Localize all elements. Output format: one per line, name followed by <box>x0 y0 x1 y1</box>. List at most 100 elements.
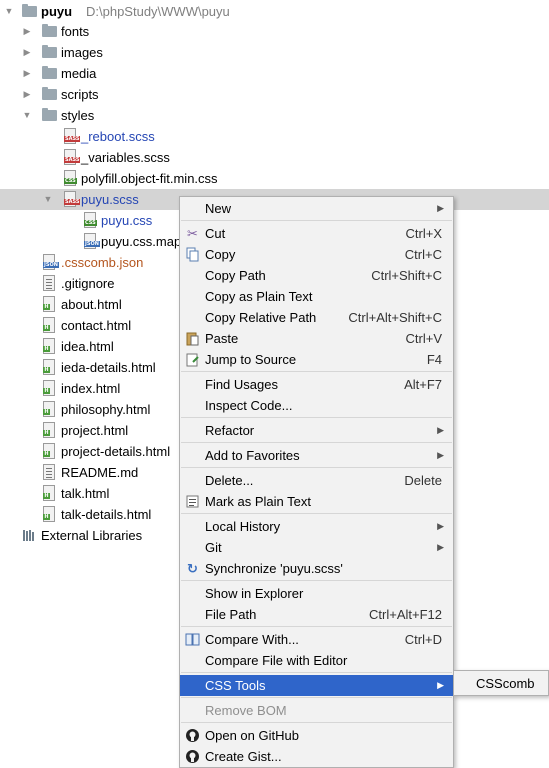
menu-item-local-history[interactable]: Local History ▶ <box>180 516 453 537</box>
github-icon <box>185 728 200 743</box>
collapse-arrow-icon[interactable]: ▶ <box>21 63 33 84</box>
collapse-arrow-icon[interactable]: ▶ <box>21 21 33 42</box>
file-label: talk.html <box>61 486 110 501</box>
plain-text-icon <box>185 494 200 509</box>
tree-folder-fonts[interactable]: ▶ fonts <box>0 21 549 42</box>
menu-item-synchronize[interactable]: ↻ Synchronize 'puyu.scss' <box>180 558 453 579</box>
collapse-arrow-icon[interactable]: ▶ <box>21 42 33 63</box>
html-file-icon: H <box>43 317 55 333</box>
menu-separator <box>181 672 452 673</box>
menu-item-compare-with[interactable]: Compare With... Ctrl+D <box>180 629 453 650</box>
menu-item-cut[interactable]: ✂ Cut Ctrl+X <box>180 223 453 244</box>
menu-item-refactor[interactable]: Refactor ▶ <box>180 420 453 441</box>
file-label: puyu.scss <box>81 192 139 207</box>
menu-item-paste[interactable]: Paste Ctrl+V <box>180 328 453 349</box>
file-label: talk-details.html <box>61 507 152 522</box>
json-file-icon: JSON <box>43 254 59 270</box>
menu-item-copy-plain-text[interactable]: Copy as Plain Text <box>180 286 453 307</box>
menu-item-css-tools[interactable]: CSS Tools ▶ <box>180 675 453 696</box>
file-label: project-details.html <box>61 444 171 459</box>
tree-folder-media[interactable]: ▶ media <box>0 63 549 84</box>
submenu-arrow-icon: ▶ <box>437 425 444 435</box>
file-label: _variables.scss <box>81 150 170 165</box>
file-label: philosophy.html <box>61 402 151 417</box>
menu-separator <box>181 626 452 627</box>
tree-folder-styles[interactable]: ▼ styles <box>0 105 549 126</box>
folder-label: media <box>61 66 97 81</box>
file-label: .gitignore <box>61 276 115 291</box>
tree-folder-images[interactable]: ▶ images <box>0 42 549 63</box>
menu-item-show-in-explorer[interactable]: Show in Explorer <box>180 583 453 604</box>
copy-icon <box>185 247 200 262</box>
expand-arrow-icon[interactable]: ▼ <box>21 105 33 126</box>
menu-item-open-on-github[interactable]: Open on GitHub <box>180 725 453 746</box>
tree-folder-scripts[interactable]: ▶ scripts <box>0 84 549 105</box>
menu-item-csscomb[interactable]: CSScomb <box>476 675 535 692</box>
compare-icon <box>185 632 200 647</box>
folder-icon <box>42 66 57 79</box>
project-path: D:\phpStudy\WWW\puyu <box>86 4 230 19</box>
file-label: polyfill.object-fit.min.css <box>81 171 218 186</box>
folder-label: styles <box>61 108 95 123</box>
file-label: project.html <box>61 423 129 438</box>
menu-item-copy[interactable]: Copy Ctrl+C <box>180 244 453 265</box>
folder-icon <box>42 108 57 121</box>
file-label: .csscomb.json <box>61 255 144 270</box>
file-label: _reboot.scss <box>81 129 155 144</box>
html-file-icon: H <box>43 296 55 312</box>
file-label: contact.html <box>61 318 132 333</box>
menu-item-create-gist[interactable]: Create Gist... <box>180 746 453 767</box>
expand-arrow-icon[interactable]: ▼ <box>3 1 15 22</box>
folder-icon <box>42 45 57 58</box>
folder-icon <box>42 87 57 100</box>
menu-item-jump-to-source[interactable]: Jump to Source F4 <box>180 349 453 370</box>
menu-separator <box>181 371 452 372</box>
folder-label: fonts <box>61 24 90 39</box>
css-tools-submenu: CSScomb <box>453 670 549 696</box>
menu-separator <box>181 580 452 581</box>
submenu-arrow-icon: ▶ <box>437 203 444 213</box>
html-file-icon: H <box>43 401 55 417</box>
menu-item-compare-file-with-editor[interactable]: Compare File with Editor <box>180 650 453 671</box>
text-file-icon <box>43 464 55 480</box>
menu-item-find-usages[interactable]: Find Usages Alt+F7 <box>180 374 453 395</box>
sass-file-icon: SASS <box>64 128 81 144</box>
css-file-icon: CSS <box>84 212 97 228</box>
menu-item-file-path[interactable]: File Path Ctrl+Alt+F12 <box>180 604 453 625</box>
file-label: External Libraries <box>41 528 143 543</box>
menu-separator <box>181 513 452 514</box>
folder-icon <box>22 4 37 17</box>
menu-item-git[interactable]: Git ▶ <box>180 537 453 558</box>
menu-item-delete[interactable]: Delete... Delete <box>180 470 453 491</box>
tree-file-polyfill-css[interactable]: CSS polyfill.object-fit.min.css <box>0 168 549 189</box>
file-label: about.html <box>61 297 122 312</box>
sass-file-icon: SASS <box>64 191 81 207</box>
html-file-icon: H <box>43 359 55 375</box>
menu-separator <box>181 697 452 698</box>
scissors-icon: ✂ <box>187 226 198 241</box>
expand-arrow-icon[interactable]: ▼ <box>42 189 54 210</box>
json-file-icon: JSON <box>84 233 100 249</box>
tree-file-reboot-scss[interactable]: SASS _reboot.scss <box>0 126 549 147</box>
github-icon <box>185 749 200 764</box>
menu-separator <box>181 722 452 723</box>
collapse-arrow-icon[interactable]: ▶ <box>21 84 33 105</box>
menu-item-copy-path[interactable]: Copy Path Ctrl+Shift+C <box>180 265 453 286</box>
html-file-icon: H <box>43 443 55 459</box>
html-file-icon: H <box>43 338 55 354</box>
menu-item-copy-relative-path[interactable]: Copy Relative Path Ctrl+Alt+Shift+C <box>180 307 453 328</box>
sync-icon: ↻ <box>187 561 198 576</box>
html-file-icon: H <box>43 506 55 522</box>
menu-item-inspect-code[interactable]: Inspect Code... <box>180 395 453 416</box>
menu-separator <box>181 220 452 221</box>
tree-file-variables-scss[interactable]: SASS _variables.scss <box>0 147 549 168</box>
submenu-arrow-icon: ▶ <box>437 521 444 531</box>
menu-item-new[interactable]: New ▶ <box>180 198 453 219</box>
text-file-icon <box>43 275 55 291</box>
menu-item-add-to-favorites[interactable]: Add to Favorites ▶ <box>180 445 453 466</box>
file-label: ieda-details.html <box>61 360 156 375</box>
css-file-icon: CSS <box>64 170 77 186</box>
menu-separator <box>181 417 452 418</box>
menu-item-mark-as-plain-text[interactable]: Mark as Plain Text <box>180 491 453 512</box>
tree-root-puyu[interactable]: ▼ puyu D:\phpStudy\WWW\puyu <box>0 1 549 22</box>
